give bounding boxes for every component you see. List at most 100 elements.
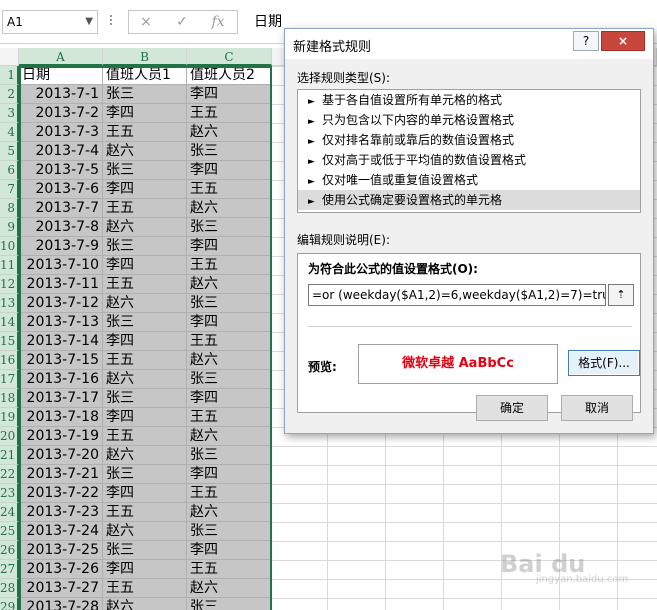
rule-type-item[interactable]: ► 使用公式确定要设置格式的单元格	[298, 190, 640, 210]
cell-duty-1[interactable]: 王五	[103, 503, 187, 522]
cell-duty-2[interactable]: 赵六	[187, 351, 271, 370]
row-header[interactable]: 23	[0, 484, 19, 503]
cell-duty-2[interactable]: 李四	[187, 85, 271, 104]
row-header[interactable]: 6	[0, 161, 19, 180]
select-all-corner[interactable]	[0, 48, 19, 66]
cell-date[interactable]: 2013-7-28	[19, 598, 103, 610]
cell-duty-2[interactable]: 赵六	[187, 503, 271, 522]
cell-date[interactable]: 2013-7-22	[19, 484, 103, 503]
formula-field[interactable]: =or (weekday($A1,2)=6,weekday($A1,2)=7)=…	[308, 284, 606, 306]
row-header[interactable]: 2	[0, 85, 19, 104]
cell-duty-1[interactable]: 赵六	[103, 370, 187, 389]
cell-date[interactable]: 2013-7-6	[19, 180, 103, 199]
cell-date[interactable]: 2013-7-20	[19, 446, 103, 465]
rule-type-item[interactable]: ► 基于各自值设置所有单元格的格式	[298, 90, 640, 110]
cell-duty-2[interactable]: 王五	[187, 332, 271, 351]
cell-duty-1[interactable]: 王五	[103, 351, 187, 370]
row-header[interactable]: 16	[0, 351, 19, 370]
cell-duty-2[interactable]: 张三	[187, 522, 271, 541]
cell-duty-1[interactable]: 赵六	[103, 294, 187, 313]
cell-duty-1[interactable]: 赵六	[103, 142, 187, 161]
cell-duty-2[interactable]: 李四	[187, 237, 271, 256]
row-header[interactable]: 8	[0, 199, 19, 218]
cell-date[interactable]: 2013-7-9	[19, 237, 103, 256]
row-header[interactable]: 17	[0, 370, 19, 389]
cell-date[interactable]: 2013-7-24	[19, 522, 103, 541]
ok-button[interactable]: 确定	[476, 395, 548, 421]
row-header[interactable]: 24	[0, 503, 19, 522]
cell-duty-2[interactable]: 张三	[187, 218, 271, 237]
row-header[interactable]: 18	[0, 389, 19, 408]
cell-duty-1[interactable]: 王五	[103, 275, 187, 294]
rule-type-item[interactable]: ► 仅对排名靠前或靠后的数值设置格式	[298, 130, 640, 150]
cell-date[interactable]: 2013-7-5	[19, 161, 103, 180]
row-header[interactable]: 3	[0, 104, 19, 123]
cell-duty-1[interactable]: 李四	[103, 484, 187, 503]
row-header[interactable]: 5	[0, 142, 19, 161]
cell-duty-2[interactable]: 王五	[187, 560, 271, 579]
row-header[interactable]: 19	[0, 408, 19, 427]
row-header[interactable]: 21	[0, 446, 19, 465]
cell-duty-1[interactable]: 值班人员1	[103, 66, 187, 85]
cell-duty-2[interactable]: 赵六	[187, 579, 271, 598]
rule-type-item[interactable]: ► 仅对唯一值或重复值设置格式	[298, 170, 640, 190]
cell-duty-2[interactable]: 王五	[187, 484, 271, 503]
row-header[interactable]: 13	[0, 294, 19, 313]
drag-handle-icon[interactable]	[108, 14, 114, 30]
cell-duty-1[interactable]: 王五	[103, 579, 187, 598]
cell-duty-1[interactable]: 李四	[103, 408, 187, 427]
cell-date[interactable]: 2013-7-2	[19, 104, 103, 123]
cell-duty-2[interactable]: 张三	[187, 598, 271, 610]
cell-duty-1[interactable]: 赵六	[103, 598, 187, 610]
cell-duty-2[interactable]: 张三	[187, 446, 271, 465]
row-header[interactable]: 7	[0, 180, 19, 199]
cell-date[interactable]: 2013-7-3	[19, 123, 103, 142]
cell-duty-1[interactable]: 李四	[103, 256, 187, 275]
cell-duty-2[interactable]: 李四	[187, 389, 271, 408]
collapse-dialog-icon[interactable]: ⇡	[608, 284, 634, 306]
column-header-c[interactable]: C	[187, 48, 272, 66]
cell-duty-1[interactable]: 张三	[103, 85, 187, 104]
cell-duty-1[interactable]: 王五	[103, 123, 187, 142]
cell-date[interactable]: 2013-7-4	[19, 142, 103, 161]
cell-duty-2[interactable]: 赵六	[187, 275, 271, 294]
cell-date[interactable]: 2013-7-15	[19, 351, 103, 370]
column-header-b[interactable]: B	[103, 48, 187, 66]
row-header[interactable]: 14	[0, 313, 19, 332]
cell-date[interactable]: 2013-7-13	[19, 313, 103, 332]
cell-date[interactable]: 2013-7-11	[19, 275, 103, 294]
cell-date[interactable]: 2013-7-27	[19, 579, 103, 598]
cell-duty-1[interactable]: 张三	[103, 389, 187, 408]
dialog-titlebar[interactable]: 新建格式规则 ? ×	[285, 29, 653, 59]
cell-duty-2[interactable]: 张三	[187, 370, 271, 389]
row-header[interactable]: 25	[0, 522, 19, 541]
cell-duty-1[interactable]: 张三	[103, 313, 187, 332]
cell-duty-1[interactable]: 王五	[103, 427, 187, 446]
row-header[interactable]: 4	[0, 123, 19, 142]
cell-date[interactable]: 2013-7-25	[19, 541, 103, 560]
cell-duty-1[interactable]: 李四	[103, 332, 187, 351]
cell-date[interactable]: 2013-7-16	[19, 370, 103, 389]
row-header[interactable]: 26	[0, 541, 19, 560]
row-header[interactable]: 28	[0, 579, 19, 598]
cell-duty-2[interactable]: 李四	[187, 313, 271, 332]
cell-duty-2[interactable]: 赵六	[187, 123, 271, 142]
cell-duty-2[interactable]: 李四	[187, 161, 271, 180]
cell-duty-1[interactable]: 张三	[103, 237, 187, 256]
format-button[interactable]: 格式(F)...	[568, 350, 640, 376]
cell-duty-2[interactable]: 王五	[187, 104, 271, 123]
cell-duty-2[interactable]: 张三	[187, 142, 271, 161]
row-header[interactable]: 10	[0, 237, 19, 256]
rule-type-item[interactable]: ► 仅对高于或低于平均值的数值设置格式	[298, 150, 640, 170]
cell-duty-1[interactable]: 张三	[103, 541, 187, 560]
cell-duty-1[interactable]: 赵六	[103, 446, 187, 465]
cell-date[interactable]: 2013-7-10	[19, 256, 103, 275]
chevron-down-icon[interactable]: ▼	[85, 16, 93, 27]
cell-duty-2[interactable]: 赵六	[187, 427, 271, 446]
cell-duty-1[interactable]: 张三	[103, 161, 187, 180]
row-header[interactable]: 15	[0, 332, 19, 351]
close-icon[interactable]: ×	[601, 31, 645, 51]
cell-duty-2[interactable]: 值班人员2	[187, 66, 271, 85]
fx-icon[interactable]: fx	[202, 10, 234, 34]
cell-duty-1[interactable]: 李四	[103, 104, 187, 123]
